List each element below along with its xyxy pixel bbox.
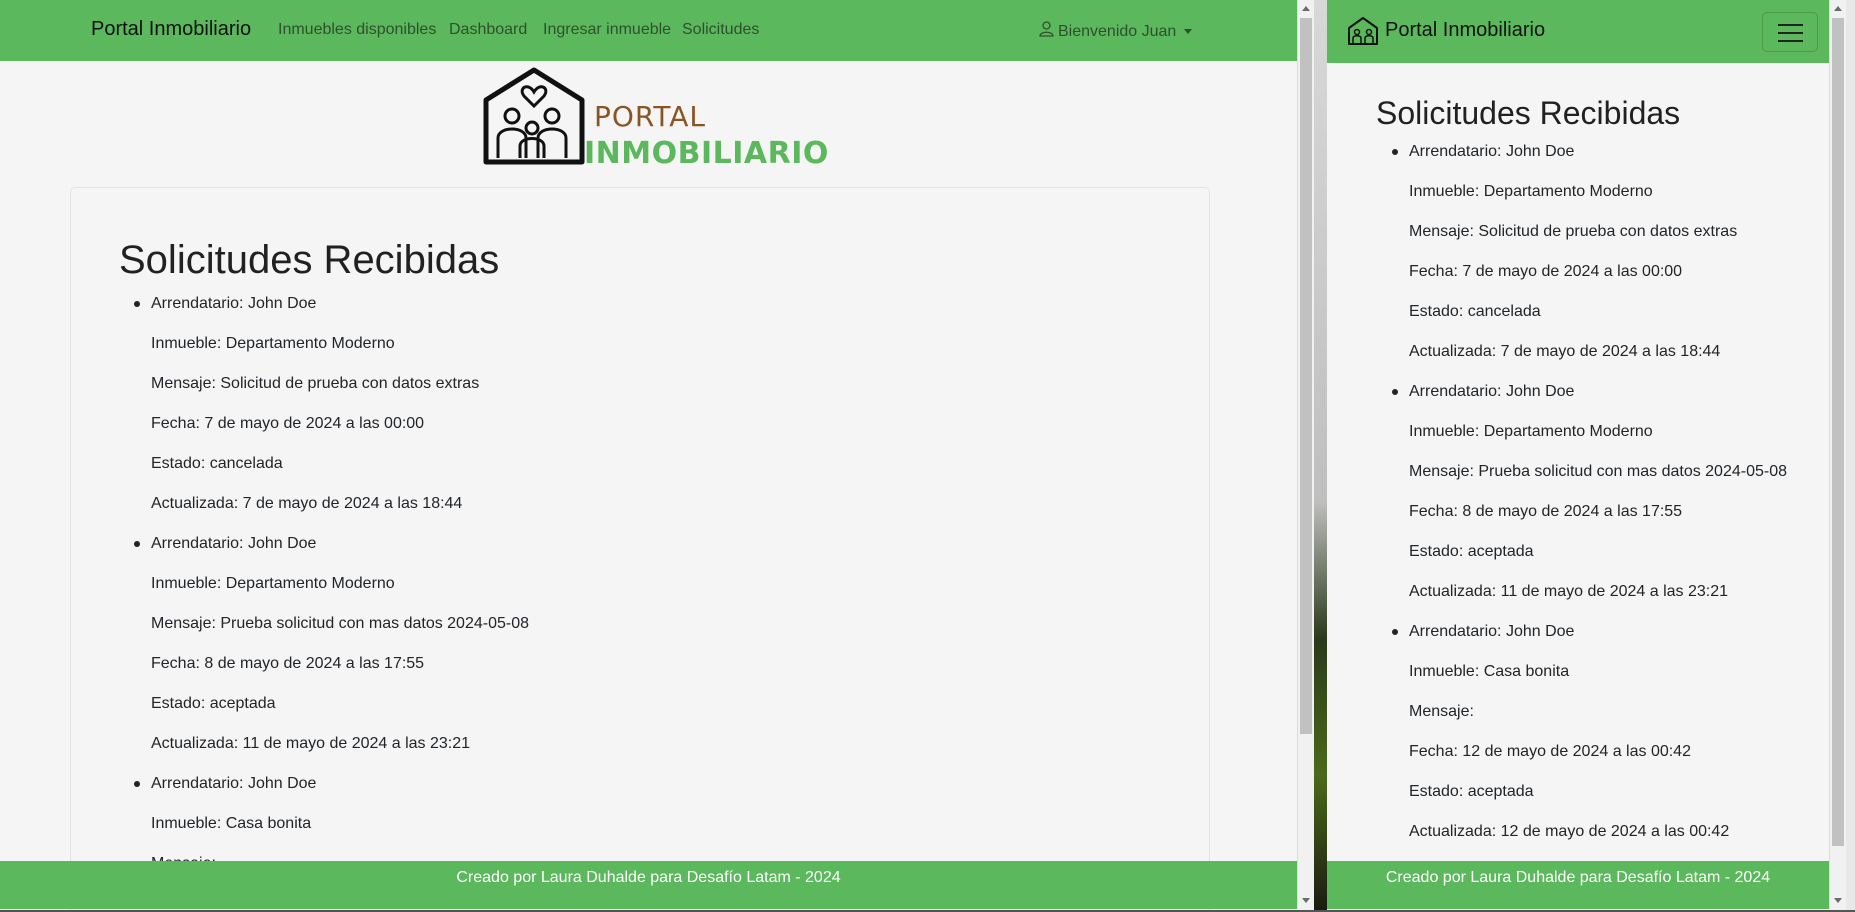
browser-window-mobile: Portal Inmobiliario Solicitudes Recibida…	[1327, 0, 1829, 910]
page-title: Solicitudes Recibidas	[1376, 95, 1681, 131]
footer-text: Creado por Laura Duhalde para Desafío La…	[1385, 869, 1771, 886]
navbar-brand[interactable]: Portal Inmobiliario	[1385, 19, 1545, 42]
request-updated: Actualizada: 7 de mayo de 2024 a las 18:…	[1409, 343, 1721, 360]
page-footer: Creado por Laura Duhalde para Desafío La…	[1327, 861, 1829, 909]
request-status: Estado: aceptada	[1409, 543, 1534, 560]
request-status: Estado: cancelada	[1409, 303, 1541, 320]
request-updated: Actualizada: 12 de mayo de 2024 a las 00…	[1409, 823, 1730, 840]
request-status: Estado: cancelada	[151, 455, 283, 472]
scrollbar-left-window[interactable]	[1297, 0, 1314, 912]
window-edge	[1846, 0, 1855, 912]
list-item: Arrendatario: John Doe Inmueble: Casa bo…	[1392, 620, 1787, 860]
caret-down-icon	[1184, 29, 1193, 34]
request-tenant: Arrendatario: John Doe	[151, 295, 317, 312]
scrollbar-thumb[interactable]	[1300, 18, 1312, 734]
nav-link-inmuebles-disponibles[interactable]: Inmuebles disponibles	[278, 21, 436, 39]
hamburger-icon	[1778, 24, 1803, 26]
request-property: Inmueble: Departamento Moderno	[1409, 423, 1653, 440]
request-date: Fecha: 8 de mayo de 2024 a las 17:55	[151, 655, 425, 672]
request-message: Mensaje: Prueba solicitud con mas datos …	[1409, 463, 1787, 480]
navbar-collapsed: Portal Inmobiliario	[1327, 0, 1829, 63]
list-item: Arrendatario: John Doe Inmueble: Departa…	[134, 292, 529, 532]
navbar-toggler-button[interactable]	[1762, 12, 1818, 52]
hamburger-icon-bar	[1778, 32, 1803, 34]
desktop-background	[1314, 0, 1327, 912]
request-date: Fecha: 7 de mayo de 2024 a las 00:00	[1409, 263, 1683, 280]
navbar: Portal Inmobiliario Inmuebles disponible…	[0, 0, 1297, 61]
scroll-down-icon[interactable]	[1302, 898, 1310, 903]
request-updated: Actualizada: 7 de mayo de 2024 a las 18:…	[151, 495, 463, 512]
request-updated: Actualizada: 11 de mayo de 2024 a las 23…	[1409, 583, 1729, 600]
scrollbar-thumb[interactable]	[1832, 18, 1844, 846]
user-dropdown[interactable]: Bienvenido Juan	[1039, 21, 1193, 42]
logo-text-portal: PORTAL	[594, 100, 707, 133]
request-tenant: Arrendatario: John Doe	[1409, 383, 1575, 400]
request-tenant: Arrendatario: John Doe	[151, 775, 317, 792]
user-icon	[1039, 21, 1054, 42]
request-date: Fecha: 8 de mayo de 2024 a las 17:55	[1409, 503, 1683, 520]
scrollbar-right-window[interactable]	[1829, 0, 1846, 912]
portal-logo: PORTAL INMOBILIARIO	[482, 64, 828, 171]
request-property: Inmueble: Departamento Moderno	[151, 335, 395, 352]
scroll-down-icon[interactable]	[1834, 898, 1842, 903]
request-tenant: Arrendatario: John Doe	[1409, 143, 1575, 160]
request-status: Estado: aceptada	[151, 695, 276, 712]
nav-link-ingresar-inmueble[interactable]: Ingresar inmueble	[543, 21, 671, 39]
requests-list: Arrendatario: John Doe Inmueble: Departa…	[134, 292, 529, 892]
list-item: Arrendatario: John Doe Inmueble: Departa…	[1392, 140, 1787, 380]
request-message: Mensaje:	[1409, 703, 1474, 720]
request-property: Inmueble: Casa bonita	[1409, 663, 1570, 680]
request-updated: Actualizada: 11 de mayo de 2024 a las 23…	[151, 735, 471, 752]
scroll-up-icon[interactable]	[1302, 6, 1310, 11]
page-footer: Creado por Laura Duhalde para Desafío La…	[0, 861, 1297, 909]
requests-list: Arrendatario: John Doe Inmueble: Departa…	[1392, 140, 1787, 860]
scroll-up-icon[interactable]	[1834, 6, 1842, 11]
request-tenant: Arrendatario: John Doe	[1409, 623, 1575, 640]
request-property: Inmueble: Departamento Moderno	[1409, 183, 1653, 200]
nav-link-solicitudes[interactable]: Solicitudes	[682, 21, 759, 39]
request-date: Fecha: 12 de mayo de 2024 a las 00:42	[1409, 743, 1691, 760]
list-item: Arrendatario: John Doe Inmueble: Departa…	[134, 532, 529, 772]
request-message: Mensaje: Solicitud de prueba con datos e…	[1409, 223, 1738, 240]
user-greeting: Bienvenido Juan	[1058, 22, 1177, 40]
request-date: Fecha: 7 de mayo de 2024 a las 00:00	[151, 415, 425, 432]
request-message: Mensaje: Solicitud de prueba con datos e…	[151, 375, 480, 392]
house-family-logo	[483, 67, 585, 165]
request-status: Estado: aceptada	[1409, 783, 1534, 800]
page-title: Solicitudes Recibidas	[119, 238, 500, 282]
logo-text-inmobiliario: INMOBILIARIO	[584, 136, 829, 171]
nav-link-dashboard[interactable]: Dashboard	[449, 21, 527, 39]
request-message: Mensaje: Prueba solicitud con mas datos …	[151, 615, 529, 632]
navbar-brand[interactable]: Portal Inmobiliario	[91, 18, 251, 41]
request-tenant: Arrendatario: John Doe	[151, 535, 317, 552]
house-icon	[1347, 16, 1379, 51]
hamburger-icon-bar	[1778, 40, 1803, 42]
request-property: Inmueble: Departamento Moderno	[151, 575, 395, 592]
footer-text: Creado por Laura Duhalde para Desafío La…	[456, 869, 841, 886]
browser-window-desktop: Portal Inmobiliario Inmuebles disponible…	[0, 0, 1297, 910]
request-property: Inmueble: Casa bonita	[151, 815, 312, 832]
list-item: Arrendatario: John Doe Inmueble: Departa…	[1392, 380, 1787, 620]
